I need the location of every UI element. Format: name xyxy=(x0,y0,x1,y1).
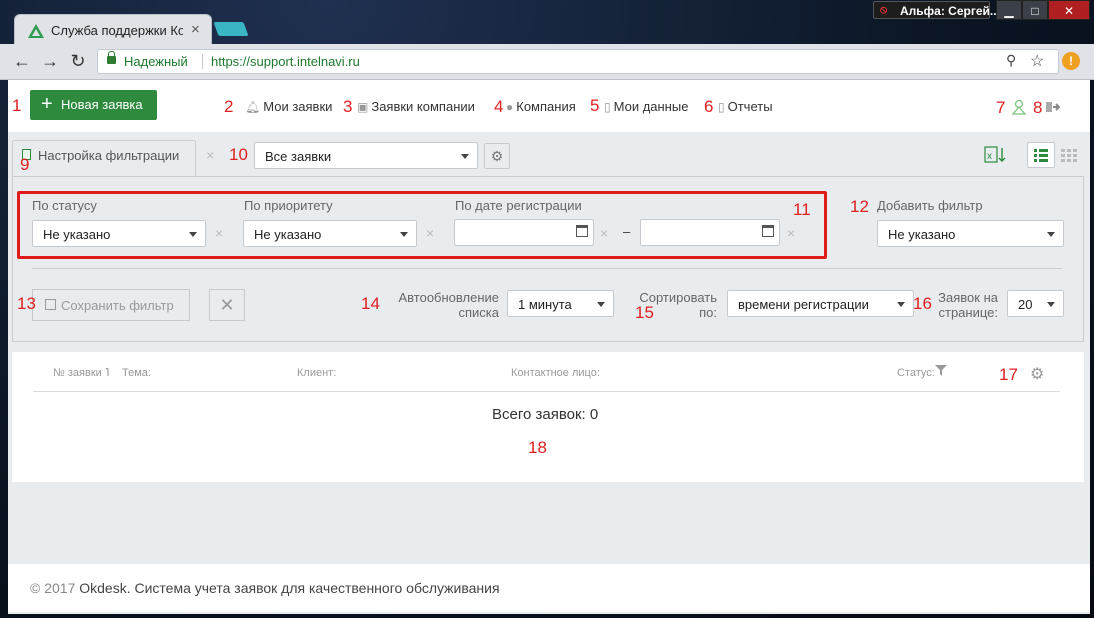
footer: © 2017 Okdesk. Система учета заявок для … xyxy=(8,564,1090,612)
excel-export-icon[interactable]: x xyxy=(984,145,1008,165)
close-window-button[interactable]: ✕ xyxy=(1048,0,1090,20)
per-page-select[interactable]: 20 xyxy=(1007,290,1064,317)
annotation-17: 17 xyxy=(999,365,1018,384)
logout-icon[interactable] xyxy=(1046,101,1060,113)
chevron-down-icon xyxy=(1047,302,1055,307)
save-filter-button[interactable]: Сохранить фильтр xyxy=(32,289,190,321)
address-bar[interactable]: Надежный https://support.intelnavi.ru ⚲ … xyxy=(97,49,1059,74)
tab-title: Служба поддержки Ком xyxy=(51,23,183,38)
nav-reports[interactable]: ▯ Отчеты xyxy=(718,99,773,114)
bookmark-star-icon[interactable]: ☆ xyxy=(1030,51,1044,71)
briefcase-icon: ▣ xyxy=(357,100,369,114)
key-icon[interactable]: ⚲ xyxy=(1006,52,1016,69)
autoupdate-label: Автообновление списка xyxy=(398,290,499,320)
url-text[interactable]: https://support.intelnavi.ru xyxy=(211,54,360,69)
secure-label: Надежный xyxy=(124,54,188,69)
column-status[interactable]: Статус: xyxy=(897,367,935,379)
lock-icon xyxy=(107,51,116,64)
column-ticket-number[interactable]: № заявки xyxy=(53,367,102,379)
document-icon: ▯ xyxy=(604,100,611,114)
column-client[interactable]: Клиент: xyxy=(297,367,336,379)
clear-filter-button[interactable]: ✕ xyxy=(209,289,245,321)
annotation-18: 18 xyxy=(528,438,547,457)
extension-alert-icon[interactable]: ! xyxy=(1062,52,1080,70)
annotation-4: 4 xyxy=(494,97,504,116)
floppy-disk-icon xyxy=(45,299,56,310)
nav-company[interactable]: ● Компания xyxy=(506,99,576,114)
chevron-down-icon xyxy=(897,302,905,307)
annotation-2: 2 xyxy=(224,97,234,116)
annotation-15: 15 xyxy=(635,303,654,322)
add-filter-select[interactable]: Не указано xyxy=(877,220,1064,247)
annotation-8: 8 xyxy=(1033,98,1043,117)
forward-arrow-icon[interactable]: → xyxy=(40,51,60,71)
annotation-14: 14 xyxy=(361,294,380,313)
maximize-button[interactable]: □ xyxy=(1022,0,1048,20)
new-tab-button[interactable] xyxy=(213,22,249,36)
preset-settings-button[interactable]: ⚙ xyxy=(484,143,510,169)
copyright: © 2017 xyxy=(30,580,76,596)
reload-icon[interactable]: ↻ xyxy=(68,51,88,71)
add-filter-label: Добавить фильтр xyxy=(877,198,983,213)
footer-text: Okdesk. Система учета заявок для качеств… xyxy=(79,580,500,596)
list-view-button[interactable] xyxy=(1027,142,1055,168)
chevron-down-icon xyxy=(461,154,469,159)
annotation-6: 6 xyxy=(704,97,714,116)
filter-settings-tab[interactable]: Настройка фильтрации xyxy=(12,140,196,177)
profile-name: Альфа: Сергей... xyxy=(900,4,1000,18)
bell-icon: 🔔︎ xyxy=(245,100,261,114)
annotation-10: 10 xyxy=(229,145,248,164)
svg-text:x: x xyxy=(987,151,992,162)
new-ticket-label: Новая заявка xyxy=(61,97,143,112)
okdesk-logo-icon xyxy=(28,24,44,38)
profile-badge[interactable]: ⦸ Альфа: Сергей... xyxy=(873,1,1000,19)
annotation-12: 12 xyxy=(850,197,869,216)
back-arrow-icon[interactable]: ← xyxy=(12,51,32,71)
list-view-icon xyxy=(1034,149,1048,162)
annotation-16: 16 xyxy=(913,294,932,313)
annotation-7: 7 xyxy=(996,98,1006,117)
chevron-down-icon xyxy=(597,302,605,307)
profile-icon: ⦸ xyxy=(880,4,888,16)
grid-view-icon[interactable] xyxy=(1060,147,1078,163)
total-tickets: Всего заявок: 0 xyxy=(492,406,599,423)
filter-divider xyxy=(32,268,1062,269)
user-profile-icon[interactable] xyxy=(1011,99,1027,115)
annotation-9: 9 xyxy=(20,155,30,174)
annotation-1: 1 xyxy=(12,96,22,115)
status-filter-icon[interactable] xyxy=(935,365,947,376)
person-icon: ● xyxy=(506,100,514,114)
nav-my-tickets[interactable]: 🔔︎ Мои заявки xyxy=(245,99,332,114)
table-settings-gear-icon[interactable]: ⚙ xyxy=(1030,364,1044,384)
autoupdate-select[interactable]: 1 минута xyxy=(507,290,614,317)
preset-filter-select[interactable]: Все заявки xyxy=(254,142,478,169)
annotation-11: 11 xyxy=(793,200,811,219)
report-icon: ▯ xyxy=(718,100,725,114)
annotation-highlight-box xyxy=(17,191,827,259)
preset-clear-icon[interactable]: × xyxy=(206,147,214,163)
annotation-3: 3 xyxy=(343,97,353,116)
column-subject[interactable]: Тема: xyxy=(122,367,151,379)
table-header-divider xyxy=(33,391,1060,392)
sort-indicator-icon[interactable]: ˥ xyxy=(105,367,109,379)
browser-tab[interactable]: Служба поддержки Ком × xyxy=(14,14,212,46)
new-ticket-button[interactable]: + Новая заявка xyxy=(30,90,157,120)
chevron-down-icon xyxy=(1047,232,1055,237)
browser-toolbar: ← → ↻ Надежный https://support.intelnavi… xyxy=(0,44,1094,80)
sort-select[interactable]: времени регистрации xyxy=(727,290,914,317)
plus-icon: + xyxy=(41,93,53,115)
column-contact[interactable]: Контактное лицо: xyxy=(511,367,600,379)
address-divider xyxy=(202,54,203,69)
annotation-5: 5 xyxy=(590,96,600,115)
tab-close-icon[interactable]: × xyxy=(191,21,200,38)
nav-company-tickets[interactable]: ▣ Заявки компании xyxy=(357,99,475,114)
filter-settings-label: Настройка фильтрации xyxy=(38,148,180,163)
annotation-13: 13 xyxy=(17,294,36,313)
nav-my-data[interactable]: ▯ Мои данные xyxy=(604,99,688,114)
minimize-button[interactable]: ▁ xyxy=(996,0,1022,20)
